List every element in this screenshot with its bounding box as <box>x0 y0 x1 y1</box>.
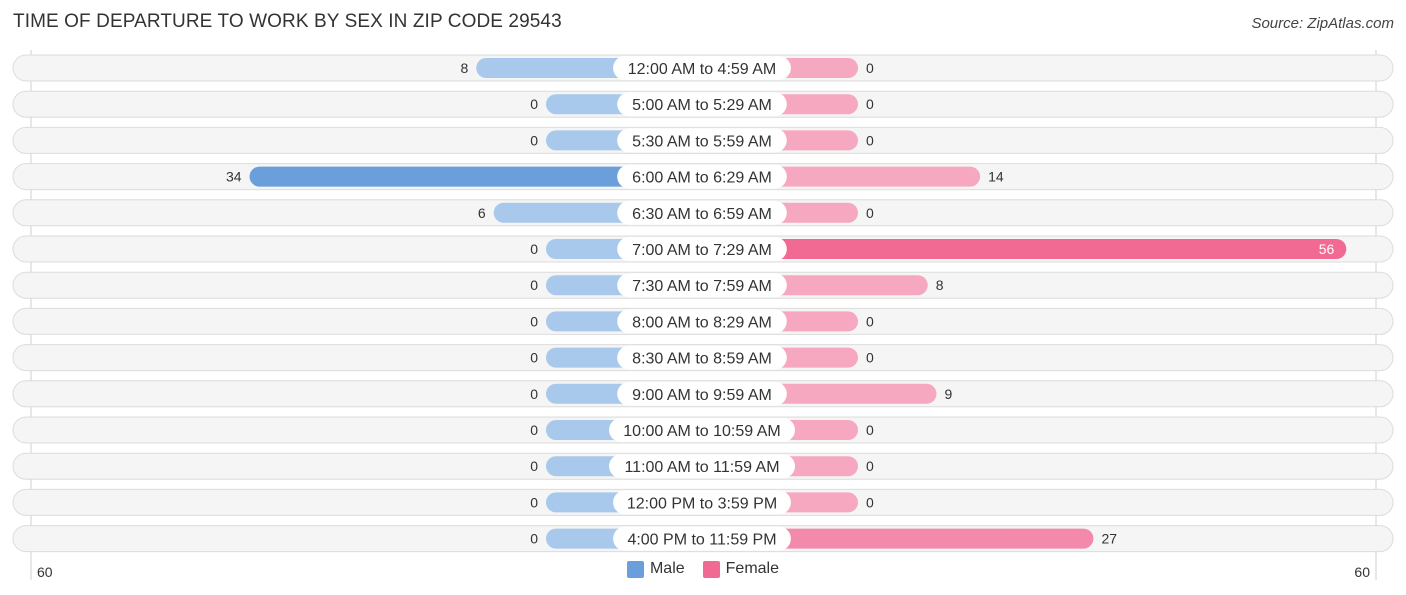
category-label: 12:00 AM to 4:59 AM <box>628 61 777 78</box>
male-swatch <box>626 560 644 578</box>
category-label: 8:30 AM to 8:59 AM <box>632 351 772 368</box>
male-value-label: 0 <box>530 313 538 329</box>
legend-item-male[interactable]: Male <box>626 560 685 578</box>
female-value-label: 14 <box>988 169 1004 185</box>
female-value-label: 9 <box>944 386 952 402</box>
category-label: 7:00 AM to 7:29 AM <box>632 242 772 259</box>
male-value-label: 0 <box>530 386 538 402</box>
category-label: 11:00 AM to 11:59 AM <box>624 459 779 476</box>
male-value-label: 6 <box>478 205 486 221</box>
chart-area: 8 0 12:00 AM to 4:59 AM 0 0 5:00 AM to 5:29 A… <box>12 50 1394 580</box>
category-label: 10:00 AM to 10:59 AM <box>623 423 780 440</box>
category-label: 8:00 AM to 8:29 AM <box>632 314 772 331</box>
category-label: 6:00 AM to 6:29 AM <box>632 170 772 187</box>
category-label: 9:00 AM to 9:59 AM <box>632 387 772 404</box>
category-label: 5:00 AM to 5:29 AM <box>632 97 772 114</box>
male-value-label: 0 <box>530 277 538 293</box>
female-bar <box>702 239 1347 259</box>
male-value-label: 0 <box>530 132 538 148</box>
male-value-label: 0 <box>530 422 538 438</box>
male-value-label: 0 <box>530 531 538 547</box>
legend-item-female[interactable]: Female <box>702 560 780 578</box>
male-value-label: 0 <box>530 350 538 366</box>
male-value-label: 0 <box>530 241 538 257</box>
female-value-label: 8 <box>936 277 944 293</box>
male-value-label: 34 <box>226 169 242 185</box>
category-label: 5:30 AM to 5:59 AM <box>632 133 772 150</box>
female-value-label: 0 <box>866 313 874 329</box>
female-value-label: 0 <box>866 96 874 112</box>
female-value-label: 0 <box>866 60 874 76</box>
legend-label-female: Female <box>725 560 780 577</box>
category-label: 7:30 AM to 7:59 AM <box>632 278 772 295</box>
male-value-label: 0 <box>530 458 538 474</box>
legend-label-male: Male <box>649 560 685 577</box>
male-value-label: 0 <box>530 96 538 112</box>
female-value-label: 56 <box>1319 241 1335 257</box>
female-value-label: 0 <box>866 350 874 366</box>
female-value-label: 0 <box>866 422 874 438</box>
female-swatch <box>702 560 720 578</box>
male-value-label: 8 <box>460 60 468 76</box>
category-label: 6:30 AM to 6:59 AM <box>632 206 772 223</box>
category-label: 12:00 PM to 3:59 PM <box>627 495 777 512</box>
male-value-label: 0 <box>530 494 538 510</box>
female-value-label: 0 <box>866 458 874 474</box>
female-value-label: 27 <box>1101 531 1117 547</box>
category-label: 4:00 PM to 11:59 PM <box>627 532 776 549</box>
female-value-label: 0 <box>866 205 874 221</box>
legend: Male Female <box>0 560 1406 578</box>
female-value-label: 0 <box>866 132 874 148</box>
female-value-label: 0 <box>866 494 874 510</box>
